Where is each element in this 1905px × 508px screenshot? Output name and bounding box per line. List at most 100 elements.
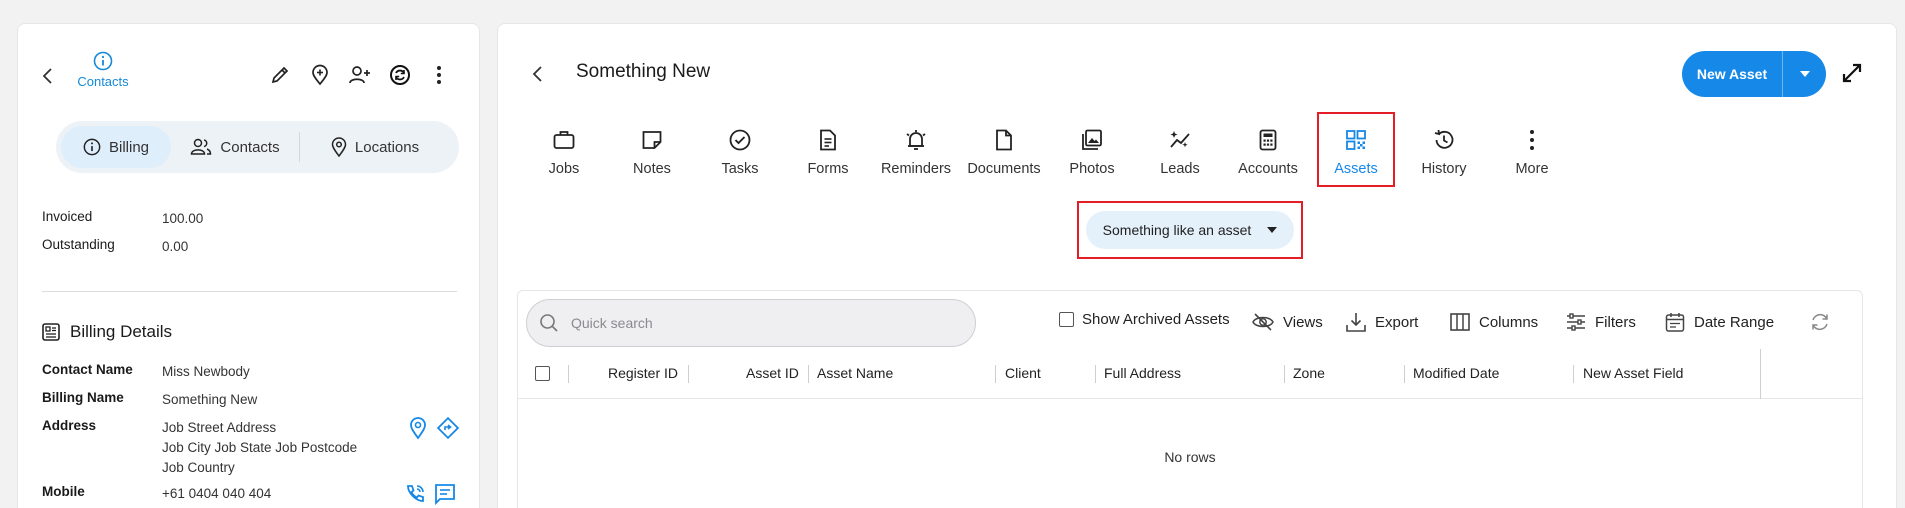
address-line-1: Job Street Address	[162, 420, 277, 435]
column-separator	[995, 365, 996, 383]
asset-type-select[interactable]: Something like an asset	[1086, 211, 1294, 249]
entity-tabs: Jobs Notes Tasks Forms Reminders Documen…	[520, 112, 1576, 188]
tab-documents[interactable]: Documents	[960, 122, 1048, 188]
back-chevron-icon[interactable]	[38, 64, 58, 88]
sync-icon[interactable]	[387, 62, 413, 88]
show-archived-label: Show Archived Assets	[1082, 311, 1230, 328]
mobile-row: Mobile +61 0404 040 404	[42, 484, 271, 504]
tab-assets-label: Assets	[1334, 161, 1378, 177]
tab-reminders[interactable]: Reminders	[872, 122, 960, 188]
tab-accounts[interactable]: Accounts	[1224, 122, 1312, 188]
column-separator	[568, 365, 569, 383]
views-label: Views	[1283, 313, 1323, 331]
tab-photos-label: Photos	[1069, 161, 1115, 177]
edit-pencil-icon[interactable]	[267, 62, 293, 88]
tab-history[interactable]: History	[1400, 122, 1488, 188]
history-icon	[1434, 129, 1454, 149]
tab-notes[interactable]: Notes	[608, 122, 696, 188]
contact-name-key: Contact Name	[42, 362, 133, 377]
segment-billing[interactable]: Billing	[61, 126, 171, 168]
directions-icon[interactable]	[436, 416, 460, 440]
export-label: Export	[1375, 313, 1419, 331]
column-header-new-asset-field[interactable]: New Asset Field	[1583, 365, 1683, 381]
column-header-asset-id[interactable]: Asset ID	[746, 365, 799, 381]
tab-forms[interactable]: Forms	[784, 122, 872, 188]
billing-details-title: Billing Details	[70, 322, 173, 341]
segment-locations[interactable]: Locations	[300, 126, 450, 168]
contacts-label: Contacts	[77, 74, 129, 89]
column-separator	[1095, 365, 1096, 383]
map-pin-icon	[331, 137, 347, 157]
more-vertical-icon	[1530, 130, 1534, 150]
column-header-client[interactable]: Client	[1005, 365, 1041, 381]
columns-button[interactable]: Columns	[1449, 311, 1538, 333]
refresh-icon[interactable]	[1809, 311, 1831, 333]
calendar-icon	[1665, 313, 1685, 332]
date-range-button[interactable]: Date Range	[1664, 311, 1774, 333]
column-header-register-id[interactable]: Register ID	[608, 365, 678, 381]
tab-photos[interactable]: Photos	[1048, 122, 1136, 188]
back-chevron-icon[interactable]	[528, 62, 548, 86]
segment-contacts-label: Contacts	[220, 138, 280, 156]
add-user-icon[interactable]	[347, 62, 373, 88]
more-vertical-icon[interactable]	[426, 62, 452, 88]
tab-assets[interactable]: Assets	[1317, 112, 1395, 187]
show-archived-checkbox[interactable]	[1059, 312, 1074, 327]
photos-icon	[1082, 129, 1102, 150]
column-header-zone[interactable]: Zone	[1293, 365, 1325, 381]
column-header-full-address[interactable]: Full Address	[1104, 365, 1181, 381]
caret-down-icon	[1799, 71, 1810, 77]
caret-down-icon	[1267, 227, 1278, 233]
segment-contacts[interactable]: Contacts	[171, 126, 299, 168]
columns-icon	[1450, 313, 1470, 331]
invoiced-row: Invoiced 100.00	[42, 209, 203, 229]
alarm-icon	[906, 130, 926, 150]
users-icon	[191, 138, 212, 155]
tab-notes-label: Notes	[633, 161, 671, 177]
column-header-asset-name[interactable]: Asset Name	[817, 365, 893, 381]
note-icon	[642, 131, 662, 149]
phone-call-icon[interactable]	[403, 482, 427, 506]
views-button[interactable]: Views	[1251, 311, 1323, 333]
tab-tasks[interactable]: Tasks	[696, 122, 784, 188]
address-line-2: Job City Job State Job Postcode	[162, 440, 358, 455]
add-location-icon[interactable]	[307, 62, 333, 88]
tab-leads[interactable]: Leads	[1136, 122, 1224, 188]
date-range-label: Date Range	[1694, 313, 1775, 331]
contact-name-value: Miss Newbody	[162, 364, 250, 379]
invoiced-value: 100.00	[162, 211, 204, 226]
show-archived-toggle[interactable]: Show Archived Assets	[1059, 311, 1230, 328]
tab-jobs[interactable]: Jobs	[520, 122, 608, 188]
contacts-info-button[interactable]: Contacts	[68, 51, 138, 89]
column-separator	[808, 365, 809, 383]
search-input[interactable]	[571, 315, 951, 331]
billing-name-value: Something New	[162, 392, 258, 407]
outstanding-key: Outstanding	[42, 237, 115, 252]
tab-documents-label: Documents	[967, 161, 1041, 177]
map-pin-icon[interactable]	[408, 416, 432, 440]
new-asset-label: New Asset	[1696, 66, 1768, 82]
message-icon[interactable]	[433, 482, 457, 506]
tab-history-label: History	[1421, 161, 1467, 177]
filters-button[interactable]: Filters	[1565, 311, 1636, 333]
check-circle-icon	[729, 129, 751, 151]
export-button[interactable]: Export	[1345, 311, 1418, 333]
filter-sliders-icon	[1567, 313, 1585, 331]
form-icon	[820, 129, 836, 151]
asset-type-select-highlight: Something like an asset	[1077, 201, 1303, 259]
select-all-checkbox[interactable]	[535, 366, 550, 381]
address-key: Address	[42, 418, 97, 433]
column-header-modified-date[interactable]: Modified Date	[1413, 365, 1499, 381]
tab-leads-label: Leads	[1160, 161, 1200, 177]
column-separator	[1573, 365, 1574, 383]
outstanding-value: 0.00	[162, 239, 189, 254]
column-separator	[688, 365, 689, 383]
tab-more[interactable]: More	[1488, 122, 1576, 188]
new-asset-button[interactable]: New Asset	[1682, 51, 1826, 97]
contact-section-switcher: Billing Contacts Locations	[56, 121, 459, 173]
mobile-value: +61 0404 040 404	[162, 486, 272, 501]
empty-state-text: No rows	[1164, 449, 1216, 465]
expand-icon[interactable]	[1840, 61, 1864, 85]
new-asset-dropdown-toggle[interactable]	[1783, 71, 1826, 77]
qr-code-icon	[1346, 130, 1366, 150]
